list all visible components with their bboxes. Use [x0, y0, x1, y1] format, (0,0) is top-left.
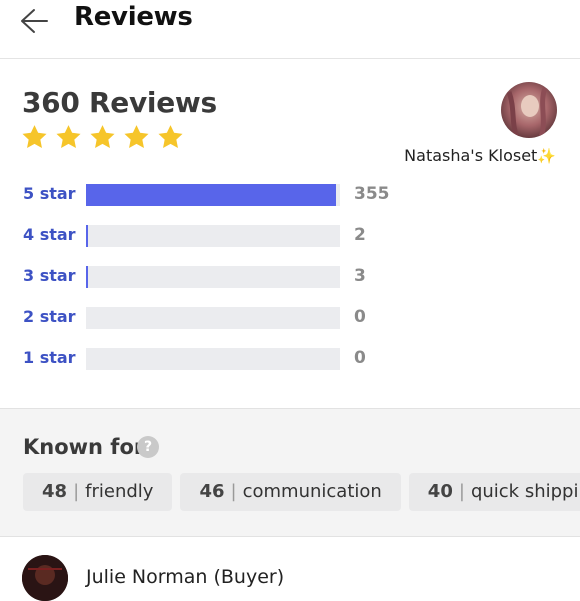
closet-name-text: Natasha's Kloset [404, 146, 538, 165]
reviewer-name[interactable]: Julie Norman (Buyer) [86, 566, 284, 588]
star-icon [124, 125, 149, 148]
star-icon [56, 125, 81, 148]
rating-bar-fill [86, 184, 336, 206]
tag-count: 40 [427, 481, 453, 502]
reviews-count-title: 360 Reviews [22, 86, 217, 119]
rating-bar-track [86, 307, 340, 329]
rating-row-2[interactable]: 2 star 0 [0, 305, 580, 331]
top-bar: Reviews [0, 0, 580, 59]
tag-chip-quick-shipping[interactable]: 40|quick shipping [408, 473, 580, 511]
rating-row-1[interactable]: 1 star 0 [0, 346, 580, 372]
rating-row-5[interactable]: 5 star 355 [0, 182, 580, 208]
rating-bar-fill [86, 266, 88, 288]
star-icon [22, 125, 47, 148]
rating-row-label: 5 star [23, 184, 76, 203]
rating-stars [20, 123, 185, 153]
rating-row-label: 4 star [23, 225, 76, 244]
star-icon [90, 125, 115, 148]
tag-count: 46 [199, 481, 225, 502]
rating-bar-track [86, 348, 340, 370]
rating-row-label: 2 star [23, 307, 76, 326]
rating-bar-track [86, 266, 340, 288]
star-icon [158, 125, 183, 148]
tag-label: friendly [85, 481, 154, 502]
rating-row-label: 1 star [23, 348, 76, 367]
seller-avatar[interactable] [501, 82, 557, 138]
known-for-section: Known for ? 48 | friendly 46 | communication 4… [0, 408, 580, 537]
rating-row-4[interactable]: 4 star 2 [0, 223, 580, 249]
tag-chip-friendly[interactable]: 48 | friendly [23, 473, 173, 511]
rating-row-count: 0 [354, 307, 366, 327]
rating-bar-track [86, 225, 340, 247]
tag-label: communication [242, 481, 382, 502]
tag-count: 48 [42, 481, 68, 502]
rating-row-label: 3 star [23, 266, 76, 285]
rating-bar-fill [86, 225, 88, 247]
back-arrow-icon[interactable] [18, 6, 50, 36]
rating-row-count: 0 [354, 348, 366, 368]
rating-bar-track [86, 184, 340, 206]
reviewer-avatar[interactable] [22, 555, 68, 601]
closet-name[interactable]: Natasha's Kloset✨ [404, 146, 556, 165]
page-title: Reviews [74, 2, 193, 32]
tag-divider: | [73, 481, 80, 502]
known-for-title: Known for [23, 435, 145, 459]
tag-divider: | [230, 481, 237, 502]
tag-divider: | [458, 481, 465, 502]
rating-row-count: 355 [354, 184, 390, 204]
known-for-tags: 48 | friendly 46 | communication 40 | quick ship… [23, 473, 580, 513]
rating-row-count: 3 [354, 266, 366, 286]
rating-row-count: 2 [354, 225, 366, 245]
tag-chip-communication[interactable]: 46 | communication [180, 473, 401, 511]
sparkle-icon: ✨ [537, 147, 556, 165]
rating-row-3[interactable]: 3 star 3 [0, 264, 580, 290]
tag-label: quick shipping [470, 481, 580, 502]
question-icon[interactable]: ? [137, 436, 159, 458]
